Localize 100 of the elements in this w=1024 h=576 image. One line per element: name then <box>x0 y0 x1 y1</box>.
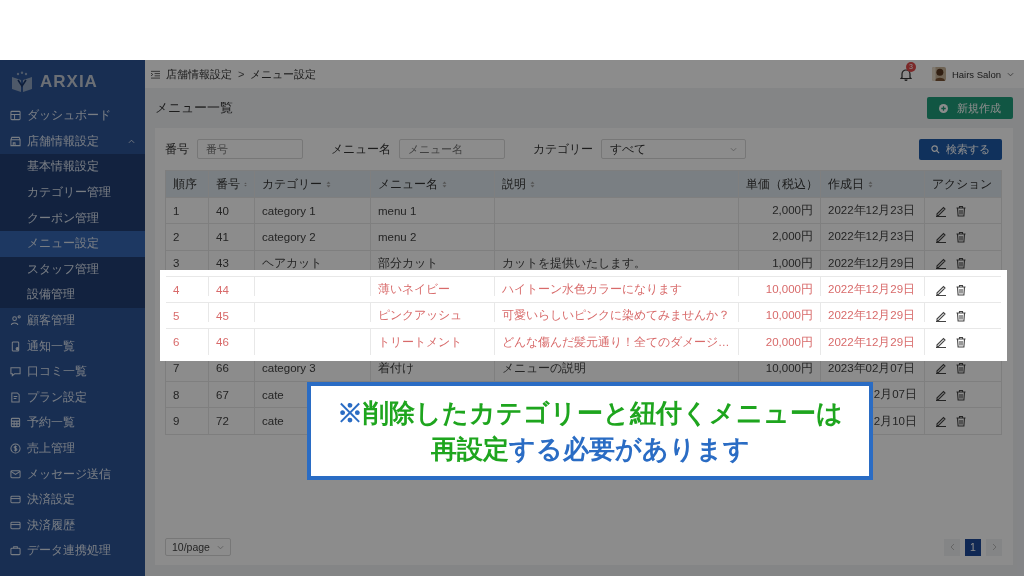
table-cell: 41 <box>216 230 229 243</box>
layout-icon <box>10 110 21 122</box>
sidebar-item[interactable]: データ連携処理 <box>0 538 145 564</box>
store-icon <box>10 135 21 147</box>
table-cell: ピンクアッシュ <box>378 308 462 324</box>
edit-icon[interactable] <box>935 283 947 296</box>
table-cell: 2月10日 <box>873 413 917 429</box>
table-cell: 66 <box>216 362 229 375</box>
sidebar-item[interactable]: 通知一覧 <box>0 333 145 359</box>
sidebar-item[interactable]: 決済設定 <box>0 486 145 513</box>
doc-icon <box>10 391 21 403</box>
table-cell: 46 <box>216 336 229 349</box>
chat-icon <box>10 366 21 378</box>
coin-icon <box>10 443 21 454</box>
delete-icon[interactable] <box>955 230 967 243</box>
person-icon <box>10 315 21 327</box>
sidebar-subitem[interactable]: 基本情報設定 <box>0 154 145 180</box>
table-cell: 7 <box>173 362 180 375</box>
table-cell: 44 <box>216 283 229 296</box>
sidebar-item[interactable]: プラン設定 <box>0 384 145 411</box>
notification-bell-icon[interactable] <box>899 67 912 81</box>
table-cell: 2022年12月29日 <box>828 308 916 324</box>
sidebar-item[interactable]: 決済履歴 <box>0 512 145 539</box>
card-icon <box>10 494 21 506</box>
sidebar-item[interactable]: 口コミ一覧 <box>0 358 145 385</box>
table-cell: 10,000円 <box>765 282 813 298</box>
delete-icon[interactable] <box>955 283 967 296</box>
table-cell: menu 2 <box>378 230 417 243</box>
table-cell: 67 <box>216 388 229 401</box>
table-cell: category 3 <box>262 362 316 375</box>
edit-icon[interactable] <box>935 362 947 375</box>
table-cell: 6 <box>173 336 180 349</box>
table-cell: 2022年12月23日 <box>828 203 916 219</box>
table-cell: 72 <box>216 415 229 427</box>
create-button[interactable]: 新規作成 <box>927 97 1013 119</box>
chevron-left-icon <box>949 543 955 551</box>
sidebar-item[interactable]: ダッシュボード <box>0 103 145 129</box>
search-icon <box>931 144 940 154</box>
table-cell: ヘアカット <box>262 255 322 271</box>
delete-icon[interactable] <box>955 415 967 427</box>
page-number-button[interactable]: 1 <box>965 538 981 556</box>
table-cell: 10,000円 <box>765 360 813 376</box>
table-cell: 10,000円 <box>765 308 813 324</box>
table-cell: 45 <box>216 309 229 322</box>
edit-icon[interactable] <box>935 204 947 217</box>
user-name[interactable]: Hairs Salon <box>951 68 1001 80</box>
delete-icon[interactable] <box>955 362 967 375</box>
table-cell: メニューの説明 <box>502 360 586 376</box>
edit-icon[interactable] <box>935 230 947 243</box>
menu-icon[interactable] <box>151 69 160 79</box>
calendar-icon <box>10 417 21 429</box>
delete-icon[interactable] <box>955 309 967 322</box>
table-cell: 2月07日 <box>873 387 917 403</box>
table-cell: 1 <box>173 204 180 217</box>
delete-icon[interactable] <box>955 257 967 270</box>
table-cell: 2,000円 <box>772 229 813 245</box>
briefcase-icon <box>10 545 21 557</box>
filter-label: 番号 <box>165 140 189 158</box>
text-input[interactable]: 番号 <box>197 139 303 159</box>
delete-icon[interactable] <box>955 204 967 217</box>
table-cell: ハイトーン水色カラーになります <box>502 282 682 298</box>
filter-label: カテゴリー <box>533 140 593 158</box>
mail-icon <box>10 468 21 480</box>
delete-icon[interactable] <box>955 336 967 349</box>
table-cell: 薄いネイビー <box>378 282 450 298</box>
table-cell: menu 1 <box>378 204 417 217</box>
table-cell: 3 <box>173 257 180 270</box>
table-cell: category 1 <box>262 204 316 217</box>
callout-text: ※削除したカテゴリーと紐付くメニューは 再設定する必要があります <box>337 396 843 466</box>
sidebar-subitem[interactable]: カテゴリー管理 <box>0 179 145 206</box>
text-input[interactable]: メニュー名 <box>399 139 505 159</box>
table-cell: 40 <box>216 204 229 217</box>
breadcrumb-link[interactable]: 店舗情報設定 <box>166 66 232 82</box>
search-button[interactable]: 検索する <box>919 138 1002 160</box>
edit-icon[interactable] <box>935 415 947 427</box>
plus-circle-icon <box>939 103 948 113</box>
breadcrumb-link[interactable]: メニュー設定 <box>250 66 317 82</box>
sidebar-subitem[interactable]: 設備管理 <box>0 282 145 308</box>
sidebar-subitem[interactable]: クーポン管理 <box>0 205 145 231</box>
table-cell: 4 <box>173 283 180 296</box>
edit-icon[interactable] <box>935 309 947 322</box>
edit-icon[interactable] <box>935 336 947 349</box>
table-cell: どんな傷んだ髪元通り！全てのダメージ… <box>502 334 730 350</box>
column-header: 順序 <box>172 176 198 192</box>
chevron-down-icon <box>730 146 737 152</box>
sidebar-item[interactable]: メッセージ送信 <box>0 461 145 487</box>
sidebar-item[interactable]: 予約一覧 <box>0 410 145 436</box>
table-cell: cate <box>262 415 284 427</box>
table-cell: 9 <box>173 415 180 427</box>
table-cell: カットを提供いたします。 <box>502 255 646 271</box>
caret-icon <box>128 138 135 144</box>
sidebar-item[interactable]: 売上管理 <box>0 435 145 462</box>
table-cell: 8 <box>173 388 180 401</box>
edit-icon[interactable] <box>935 257 947 270</box>
category-select[interactable]: すべて <box>601 139 746 159</box>
page-size-select[interactable]: 10/page <box>165 538 231 556</box>
edit-icon[interactable] <box>935 388 947 401</box>
table-cell: 2022年12月29日 <box>828 334 916 350</box>
delete-icon[interactable] <box>955 388 967 401</box>
sidebar-subitem[interactable]: メニュー設定 <box>0 230 145 257</box>
